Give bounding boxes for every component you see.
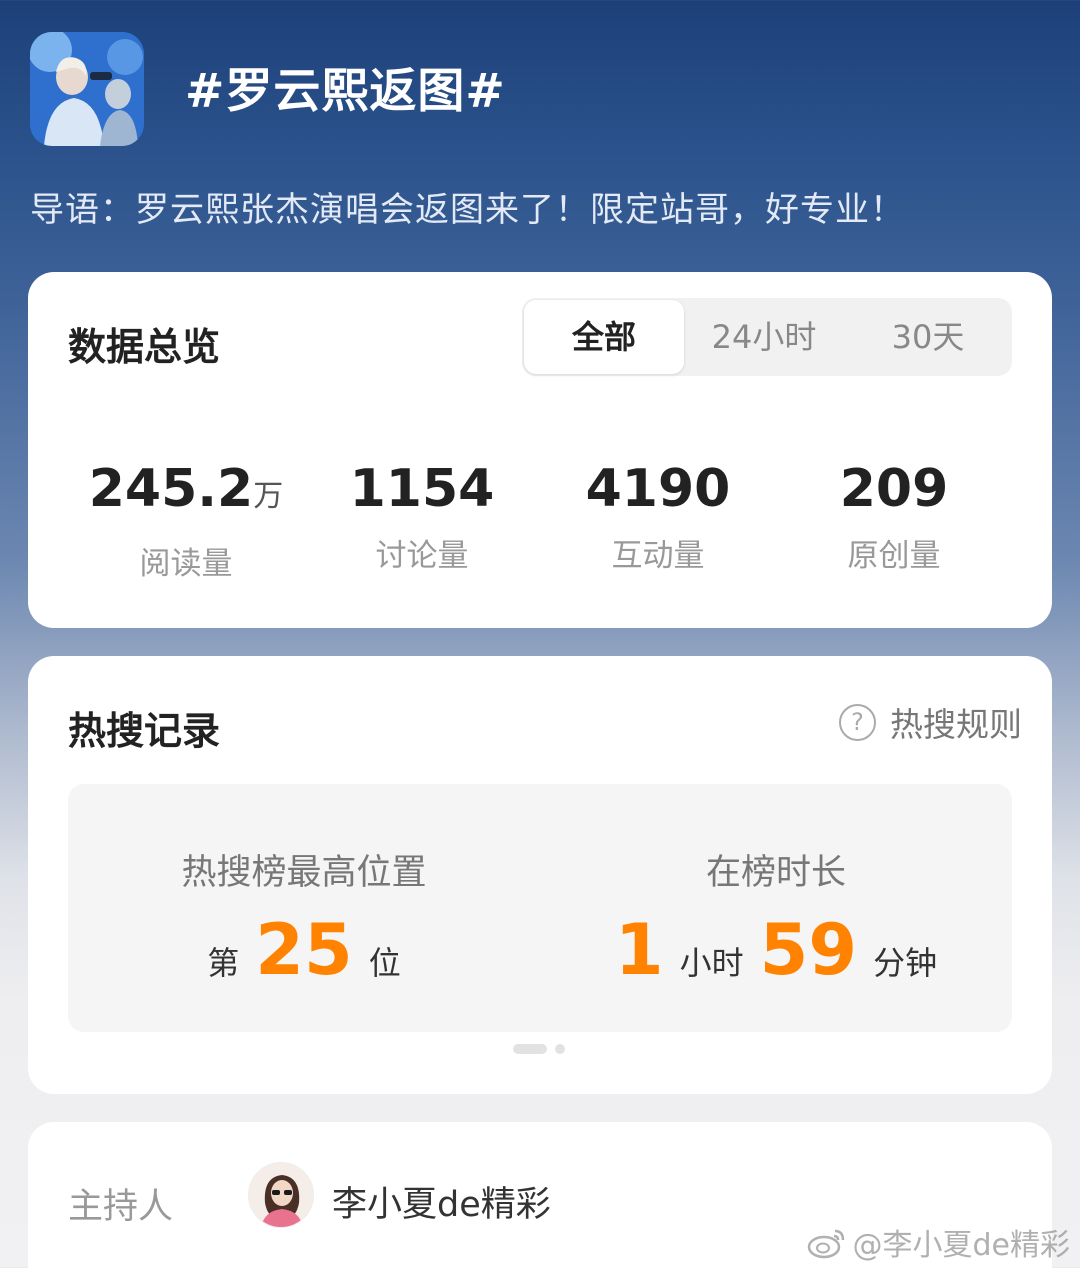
page-dot [555, 1044, 565, 1054]
highest-position-block: 热搜榜最高位置 第 25 位 [68, 784, 540, 1032]
stat-reads-value: 245.2 [88, 459, 254, 519]
tab-30-days[interactable]: 30天 [846, 298, 1010, 376]
overview-title: 数据总览 [68, 325, 221, 369]
duration-caption: 在榜时长 [705, 853, 846, 893]
stat-originals-value: 209 [839, 459, 949, 519]
stat-reads: 245.2万 阅读量 [68, 458, 304, 583]
weibo-watermark: @李小夏de精彩 [807, 1222, 1071, 1263]
rank-number: 25 [255, 909, 353, 991]
highest-position-caption: 热搜榜最高位置 [181, 853, 427, 893]
topic-header: #罗云熙返图# [30, 30, 1050, 150]
topic-cover-image[interactable] [30, 32, 144, 146]
duration-minutes: 59 [759, 909, 858, 991]
stat-reads-unit: 万 [253, 479, 284, 514]
hot-search-title: 热搜记录 [68, 709, 221, 753]
stat-interactions-label: 互动量 [611, 538, 705, 574]
duration-block: 在榜时长 1 小时 59 分钟 [540, 784, 1012, 1032]
hot-search-card: 热搜记录 ? 热搜规则 热搜榜最高位置 第 25 位 在榜时长 1 小时 59 … [28, 656, 1052, 1094]
highest-position-value: 第 25 位 [68, 910, 540, 990]
duration-minutes-unit: 分钟 [873, 944, 938, 982]
watermark-text: @李小夏de精彩 [852, 1228, 1071, 1263]
duration-value: 1 小时 59 分钟 [540, 910, 1012, 990]
stat-interactions-value: 4190 [585, 459, 731, 519]
duration-hours-unit: 小时 [679, 944, 744, 982]
topic-intro: 导语：罗云熙张杰演唱会返图来了！限定站哥，好专业！ [30, 190, 905, 230]
rules-label: 热搜规则 [890, 705, 1022, 744]
topic-title: #罗云熙返图# [185, 64, 506, 119]
page-dot-current [513, 1044, 547, 1054]
tab-all[interactable]: 全部 [524, 300, 684, 374]
stat-discussions: 1154 讨论量 [304, 458, 540, 575]
stat-discussions-label: 讨论量 [375, 538, 469, 574]
rank-prefix: 第 [207, 944, 240, 982]
stat-reads-label: 阅读量 [139, 546, 233, 582]
host-avatar[interactable] [248, 1162, 314, 1228]
rank-suffix: 位 [368, 944, 401, 982]
question-circle-icon: ? [839, 703, 876, 741]
stat-interactions: 4190 互动量 [540, 458, 776, 575]
stat-originals: 209 原创量 [776, 458, 1012, 575]
weibo-logo-icon [807, 1229, 844, 1259]
data-overview-card: 数据总览 全部 24小时 30天 245.2万 阅读量 1154 讨论量 419… [28, 272, 1052, 628]
host-name[interactable]: 李小夏de精彩 [332, 1176, 551, 1227]
period-tabs: 全部 24小时 30天 [522, 298, 1012, 376]
stat-originals-label: 原创量 [847, 538, 941, 574]
hot-search-rules-link[interactable]: ? 热搜规则 [839, 700, 1022, 744]
stat-discussions-value: 1154 [349, 459, 495, 519]
tab-24-hours[interactable]: 24小时 [684, 298, 844, 376]
hot-search-panel[interactable]: 热搜榜最高位置 第 25 位 在榜时长 1 小时 59 分钟 [68, 784, 1012, 1032]
host-label: 主持人 [68, 1187, 174, 1227]
duration-hours: 1 [614, 909, 664, 991]
